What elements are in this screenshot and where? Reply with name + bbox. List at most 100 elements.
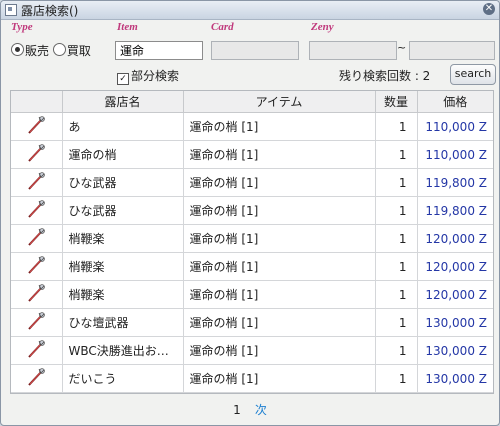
price-cell: 110,000 Z [417, 112, 493, 141]
item-name-cell: 運命の梢 [1] [183, 140, 376, 169]
quantity-cell: 1 [375, 112, 418, 141]
table-row[interactable]: 梢鞭楽 運命の梢 [1] 1 120,000 Z [11, 280, 493, 309]
quantity-cell: 1 [375, 336, 418, 365]
partial-search-option[interactable]: ✓ 部分検索 [117, 67, 179, 85]
quantity-cell: 1 [375, 364, 418, 393]
staff-icon [11, 280, 63, 309]
staff-icon [11, 336, 63, 365]
shop-name-cell: だいこう [62, 364, 184, 393]
table-row[interactable]: ひな壇武器 運命の梢 [1] 1 130,000 Z [11, 308, 493, 337]
zeny-max-field[interactable] [409, 41, 495, 60]
price-cell: 119,800 Z [417, 196, 493, 225]
shop-name-cell: 梢鞭楽 [62, 280, 184, 309]
zeny-min-field[interactable] [309, 41, 397, 60]
item-name-cell: 運命の梢 [1] [183, 280, 376, 309]
staff-icon [11, 140, 63, 169]
table-row[interactable]: ひな武器 運命の梢 [1] 1 119,800 Z [11, 196, 493, 225]
shop-name-cell: あ [62, 112, 184, 141]
quantity-cell: 1 [375, 308, 418, 337]
window-title: 露店検索() [21, 4, 79, 18]
item-name-cell: 運命の梢 [1] [183, 252, 376, 281]
item-name-cell: 運命の梢 [1] [183, 112, 376, 141]
item-name-cell: 運命の梢 [1] [183, 224, 376, 253]
shop-name-cell: 梢鞭楽 [62, 224, 184, 253]
quantity-cell: 1 [375, 140, 418, 169]
quantity-cell: 1 [375, 280, 418, 309]
results-table: 露店名 アイテム 数量 価格 あ運命の梢 [1] 1 110,000 Z 運命の梢 運命… [10, 90, 494, 394]
radio-sell[interactable]: 販売 [11, 43, 49, 58]
price-cell: 110,000 Z [417, 140, 493, 169]
table-row[interactable]: 梢鞭楽 運命の梢 [1] 1 120,000 Z [11, 252, 493, 281]
column-header-price[interactable]: 価格 [417, 91, 493, 113]
zeny-max-input[interactable] [410, 42, 494, 59]
staff-icon [11, 168, 63, 197]
table-row[interactable]: WBC決勝進出お… 運命の梢 [1] 1 130,000 Z [11, 336, 493, 365]
partial-search-label[interactable]: 部分検索 [131, 69, 179, 83]
table-row[interactable]: あ運命の梢 [1] 1 110,000 Z [11, 112, 493, 141]
radio-buy[interactable]: 買取 [52, 43, 91, 58]
zeny-min-input[interactable] [310, 42, 396, 59]
shop-name-cell: WBC決勝進出お… [62, 336, 184, 365]
table-row[interactable]: だいこう 運命の梢 [1] 1 130,000 Z [11, 364, 493, 393]
zeny-label: Zeny [311, 21, 334, 33]
price-cell: 130,000 Z [417, 364, 493, 393]
window-icon [5, 4, 17, 16]
card-field[interactable] [211, 41, 299, 60]
zeny-range-separator: ~ [397, 41, 407, 54]
item-input[interactable] [116, 42, 202, 59]
quantity-cell: 1 [375, 252, 418, 281]
column-header-icon [11, 91, 63, 113]
staff-icon [11, 112, 63, 141]
column-header-qty[interactable]: 数量 [375, 91, 418, 113]
page-current: 1 [233, 403, 241, 417]
shop-search-window: 露店検索() ✕ Type Item Card Zeny 販売 買取 ~ ✓部分… [0, 0, 500, 426]
price-cell: 130,000 Z [417, 336, 493, 365]
price-cell: 120,000 Z [417, 224, 493, 253]
table-row[interactable]: 運命の梢 運命の梢 [1] 1 110,000 Z [11, 140, 493, 169]
column-header-item[interactable]: アイテム [183, 91, 376, 113]
column-header-shop[interactable]: 露店名 [62, 91, 184, 113]
staff-icon [11, 308, 63, 337]
type-label: Type [11, 21, 33, 33]
shop-name-cell: ひな武器 [62, 196, 184, 225]
radio-buy-label[interactable]: 買取 [67, 44, 91, 58]
price-cell: 119,800 Z [417, 168, 493, 197]
checkbox-checked-icon[interactable]: ✓ [117, 73, 129, 85]
staff-icon [11, 364, 63, 393]
staff-icon [11, 252, 63, 281]
search-button[interactable]: search [450, 64, 496, 85]
type-radio-group: 販売 買取 [11, 42, 91, 59]
price-cell: 120,000 Z [417, 280, 493, 309]
quantity-cell: 1 [375, 196, 418, 225]
item-name-cell: 運命の梢 [1] [183, 308, 376, 337]
table-row[interactable]: 梢鞭楽 運命の梢 [1] 1 120,000 Z [11, 224, 493, 253]
price-cell: 130,000 Z [417, 308, 493, 337]
table-header-row: 露店名 アイテム 数量 価格 [11, 91, 493, 113]
radio-sell-label[interactable]: 販売 [25, 44, 49, 58]
price-cell: 120,000 Z [417, 252, 493, 281]
radio-buy-icon[interactable] [52, 43, 66, 56]
table-row[interactable]: ひな武器 運命の梢 [1] 1 119,800 Z [11, 168, 493, 197]
item-field[interactable] [115, 41, 203, 60]
card-label: Card [211, 21, 234, 33]
shop-name-cell: ひな武器 [62, 168, 184, 197]
pagination: 1次 [1, 401, 499, 418]
item-name-cell: 運命の梢 [1] [183, 364, 376, 393]
close-icon[interactable]: ✕ [483, 3, 495, 15]
title-bar[interactable]: 露店検索() ✕ [1, 1, 499, 20]
quantity-cell: 1 [375, 168, 418, 197]
item-name-cell: 運命の梢 [1] [183, 196, 376, 225]
shop-name-cell: ひな壇武器 [62, 308, 184, 337]
page-next-link[interactable]: 次 [255, 403, 267, 417]
staff-icon [11, 224, 63, 253]
shop-name-cell: 梢鞭楽 [62, 252, 184, 281]
shop-name-cell: 運命の梢 [62, 140, 184, 169]
card-input[interactable] [212, 42, 298, 59]
item-label: Item [117, 21, 138, 33]
quantity-cell: 1 [375, 224, 418, 253]
item-name-cell: 運命の梢 [1] [183, 168, 376, 197]
item-name-cell: 運命の梢 [1] [183, 336, 376, 365]
radio-sell-icon[interactable] [11, 43, 24, 56]
staff-icon [11, 196, 63, 225]
remaining-searches: 残り検索回数 : 2 [339, 69, 431, 83]
